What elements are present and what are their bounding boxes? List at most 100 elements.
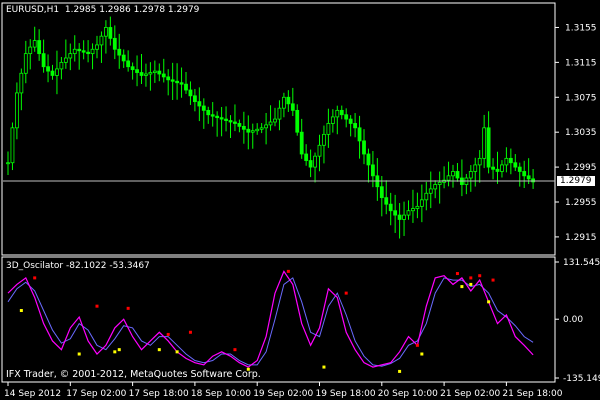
price-tick-label: 1.3075 (565, 93, 597, 103)
candle-body (237, 123, 242, 127)
candle-body (210, 114, 215, 117)
time-tick-label: 17 Sep 18:00 (129, 389, 189, 399)
chart-canvas[interactable]: 1.3155 1.3115 1.3075 1.3035 1.2995 1.2955 1.29… (0, 0, 600, 400)
candle-body (219, 117, 224, 120)
candle-body (317, 144, 322, 157)
indicator-frame (1, 256, 556, 383)
sell-dot (478, 274, 482, 278)
indicator-tick-label: -135.1492 (563, 374, 600, 384)
buy-dot (487, 300, 491, 304)
candle-body (513, 162, 518, 168)
candle-body (179, 82, 184, 85)
time-tick-label: 14 Sep 2012 (4, 389, 61, 399)
candle-body (250, 130, 255, 133)
candle-body (370, 164, 375, 177)
candle-body (197, 101, 202, 107)
candle-body (144, 73, 148, 76)
candle-body (406, 210, 411, 216)
price-tick-label: 1.2995 (565, 163, 597, 173)
candle-body (6, 162, 10, 165)
candle-body (397, 214, 402, 220)
current-price-value: 1.2979 (560, 176, 592, 187)
price-tick-label: 1.3115 (565, 58, 597, 68)
sell-dot (415, 343, 419, 347)
candle-body (428, 188, 433, 194)
candle-body (281, 96, 286, 109)
main-line (7, 270, 534, 368)
buy-dot (322, 365, 326, 369)
oscillator-lines (7, 270, 534, 368)
candle-body (384, 197, 389, 205)
candle-body (50, 70, 55, 76)
time-tick-label: 21 Sep 18:00 (502, 389, 562, 399)
buy-dot (157, 348, 161, 352)
sell-dot (95, 304, 99, 308)
candle-body (246, 128, 251, 133)
sell-dot (188, 330, 192, 334)
candle-body (72, 48, 77, 55)
candle-body (393, 210, 398, 216)
candle-body (14, 92, 19, 129)
candle-body (130, 66, 135, 71)
candle-body (135, 69, 139, 73)
candle-body (152, 70, 157, 73)
candle-body (175, 80, 180, 84)
candle-body (286, 96, 291, 105)
candle-body (330, 116, 335, 124)
symbol-label: EURUSD,H1 1.2985 1.2986 1.2978 1.2979 (6, 5, 199, 15)
candle-body (161, 73, 166, 78)
candle-body (241, 125, 246, 130)
candle-body (508, 157, 513, 164)
candle-body (32, 40, 37, 48)
candle-body (411, 208, 415, 212)
signal-line (7, 277, 534, 367)
candle-body (201, 105, 206, 111)
candle-body (495, 168, 500, 172)
time-tick-label: 20 Sep 10:00 (378, 389, 438, 399)
candle-body (206, 109, 211, 116)
candle-body (255, 128, 260, 132)
candle-body (148, 72, 153, 75)
candle-body (215, 115, 220, 119)
candle-body (486, 127, 491, 168)
candle-body (264, 124, 269, 129)
sell-dot (344, 291, 348, 295)
candle-body (126, 60, 131, 68)
candle-body (166, 76, 171, 81)
candle-body (77, 48, 82, 52)
buy-dot (398, 369, 402, 373)
candle-body (37, 40, 42, 55)
candle-body (451, 171, 455, 177)
candle-body (108, 27, 113, 39)
sell-dot (166, 332, 170, 336)
candle-body (455, 171, 460, 179)
candle-body (308, 160, 313, 168)
candle-body (55, 68, 59, 76)
buy-dot (113, 350, 117, 354)
time-tick-label: 18 Sep 10:00 (191, 389, 251, 399)
candle-body (433, 184, 438, 190)
copyright-text: IFX Trader, © 2001-2012, MetaQuotes Soft… (6, 370, 261, 380)
candle-body (192, 95, 197, 103)
candle-body (277, 107, 282, 120)
indicator-tick-label: 0.00 (563, 315, 583, 325)
candle-body (41, 53, 46, 68)
candle-body (10, 127, 15, 164)
buy-dot (19, 309, 23, 313)
main-chart-frame (1, 2, 556, 256)
candle-body (446, 175, 451, 181)
candle-body (344, 114, 349, 120)
sell-dot (455, 272, 459, 276)
time-tick-label: 19 Sep 18:00 (316, 389, 376, 399)
candle-body (326, 123, 331, 135)
price-tick-label: 1.3155 (565, 23, 597, 33)
sell-dot (33, 276, 37, 280)
sell-dot (469, 276, 473, 280)
candle-body (335, 109, 340, 118)
candle-body (299, 131, 304, 155)
indicator-axis: 131.5455 0.00 -135.1492 (555, 258, 600, 384)
buy-dot (175, 350, 179, 354)
candle-body (468, 171, 473, 179)
indicator-title: 3D_Oscilator -82.1022 -53.3467 (6, 261, 150, 271)
candle-body (157, 70, 162, 75)
